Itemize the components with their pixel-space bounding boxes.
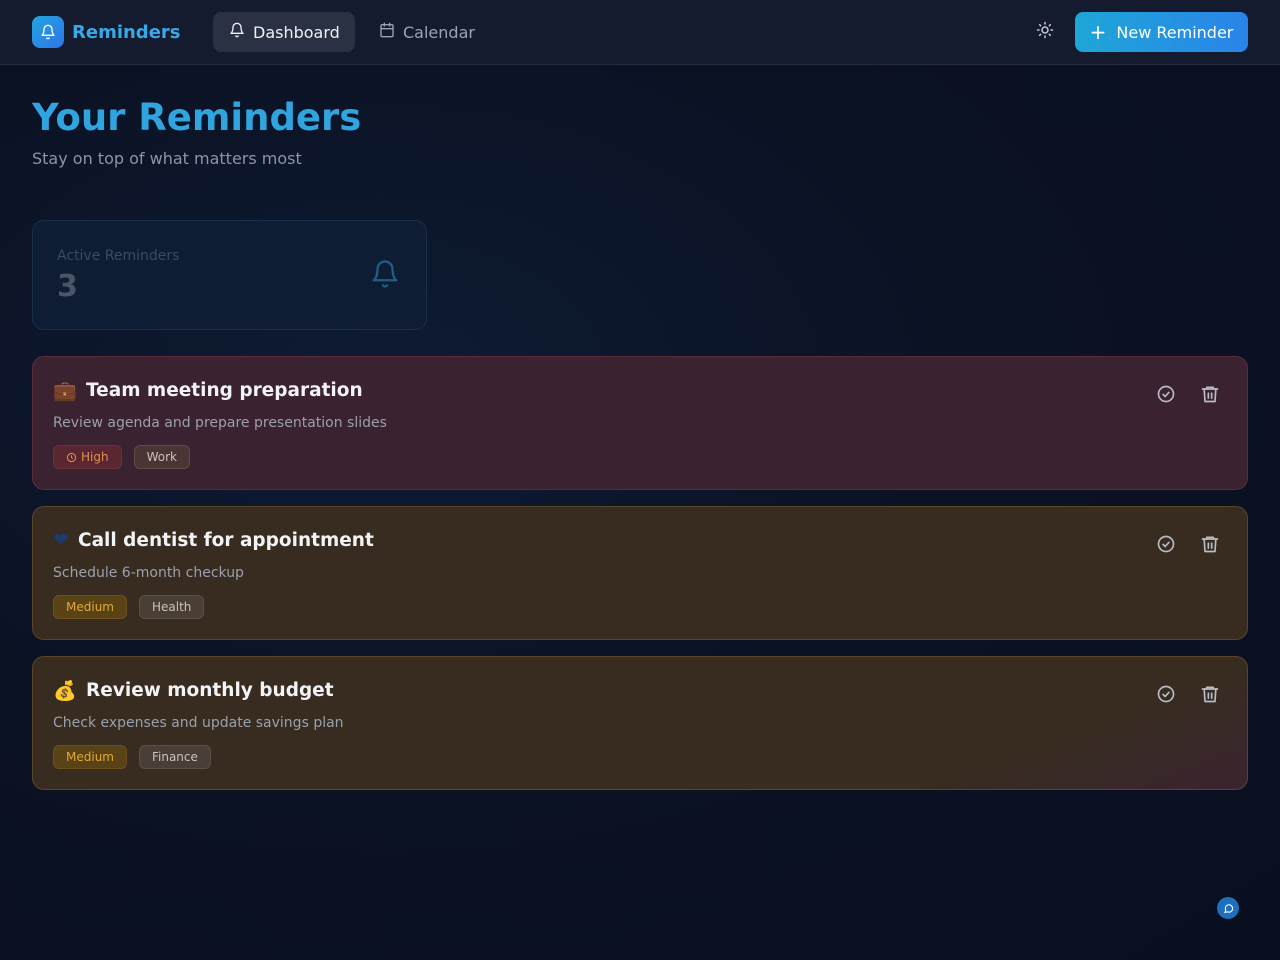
- new-reminder-button[interactable]: + New Reminder: [1075, 12, 1248, 52]
- reminder-card[interactable]: ❤ Call dentist for appointment Schedule …: [32, 506, 1248, 640]
- tab-label: Dashboard: [253, 22, 340, 42]
- check-circle-icon: [1156, 384, 1176, 408]
- chat-button[interactable]: [1217, 897, 1239, 919]
- active-reminders-card: Active Reminders 3: [32, 220, 427, 330]
- reminder-description: Check expenses and update savings plan: [53, 715, 344, 731]
- bell-icon: [32, 16, 64, 48]
- delete-button[interactable]: [1199, 685, 1221, 707]
- theme-toggle-button[interactable]: [1029, 16, 1061, 48]
- trash-icon: [1200, 534, 1220, 558]
- briefcase-icon: 💼: [53, 380, 77, 402]
- reminder-card[interactable]: 💰 Review monthly budget Check expenses a…: [32, 656, 1248, 790]
- category-badge: Health: [138, 595, 205, 619]
- priority-label: High: [81, 450, 109, 464]
- reminder-description: Review agenda and prepare presentation s…: [53, 415, 387, 431]
- priority-badge: Medium: [53, 745, 127, 769]
- stat-label: Active Reminders: [57, 248, 180, 264]
- delete-button[interactable]: [1199, 535, 1221, 557]
- check-circle-icon: [1156, 534, 1176, 558]
- complete-button[interactable]: [1155, 385, 1177, 407]
- calendar-icon: [379, 22, 403, 42]
- reminder-title: Call dentist for appointment: [78, 529, 374, 551]
- tab-dashboard[interactable]: Dashboard: [213, 12, 355, 52]
- clock-icon: [66, 452, 77, 463]
- reminder-title: Review monthly budget: [86, 680, 334, 701]
- tab-calendar[interactable]: Calendar: [363, 12, 493, 52]
- trash-icon: [1200, 384, 1220, 408]
- plus-icon: +: [1089, 20, 1107, 44]
- new-reminder-label: New Reminder: [1116, 22, 1234, 42]
- priority-badge: High: [53, 445, 122, 469]
- brand[interactable]: Reminders: [32, 16, 181, 48]
- heart-icon: ❤: [53, 529, 69, 551]
- reminder-title: Team meeting preparation: [86, 380, 363, 401]
- delete-button[interactable]: [1199, 385, 1221, 407]
- chat-bubble-icon: [1223, 903, 1234, 914]
- category-badge: Work: [133, 445, 190, 469]
- page-title: Your Reminders: [32, 96, 362, 139]
- page-subtitle: Stay on top of what matters most: [32, 149, 302, 168]
- top-navigation-bar: Reminders Dashboard Calendar + New Remin…: [0, 0, 1280, 65]
- trash-icon: [1200, 684, 1220, 708]
- stat-value: 3: [57, 269, 78, 304]
- reminder-card[interactable]: 💼 Team meeting preparation Review agenda…: [32, 356, 1248, 490]
- bell-icon: [370, 259, 400, 293]
- sun-icon: [1036, 21, 1054, 43]
- category-badge: Finance: [138, 745, 211, 769]
- complete-button[interactable]: [1155, 535, 1177, 557]
- priority-badge: Medium: [53, 595, 127, 619]
- money-bag-icon: 💰: [53, 680, 77, 702]
- complete-button[interactable]: [1155, 685, 1177, 707]
- reminder-description: Schedule 6-month checkup: [53, 565, 244, 581]
- brand-name: Reminders: [72, 21, 181, 43]
- tab-label: Calendar: [403, 22, 475, 42]
- bell-icon: [229, 22, 253, 42]
- check-circle-icon: [1156, 684, 1176, 708]
